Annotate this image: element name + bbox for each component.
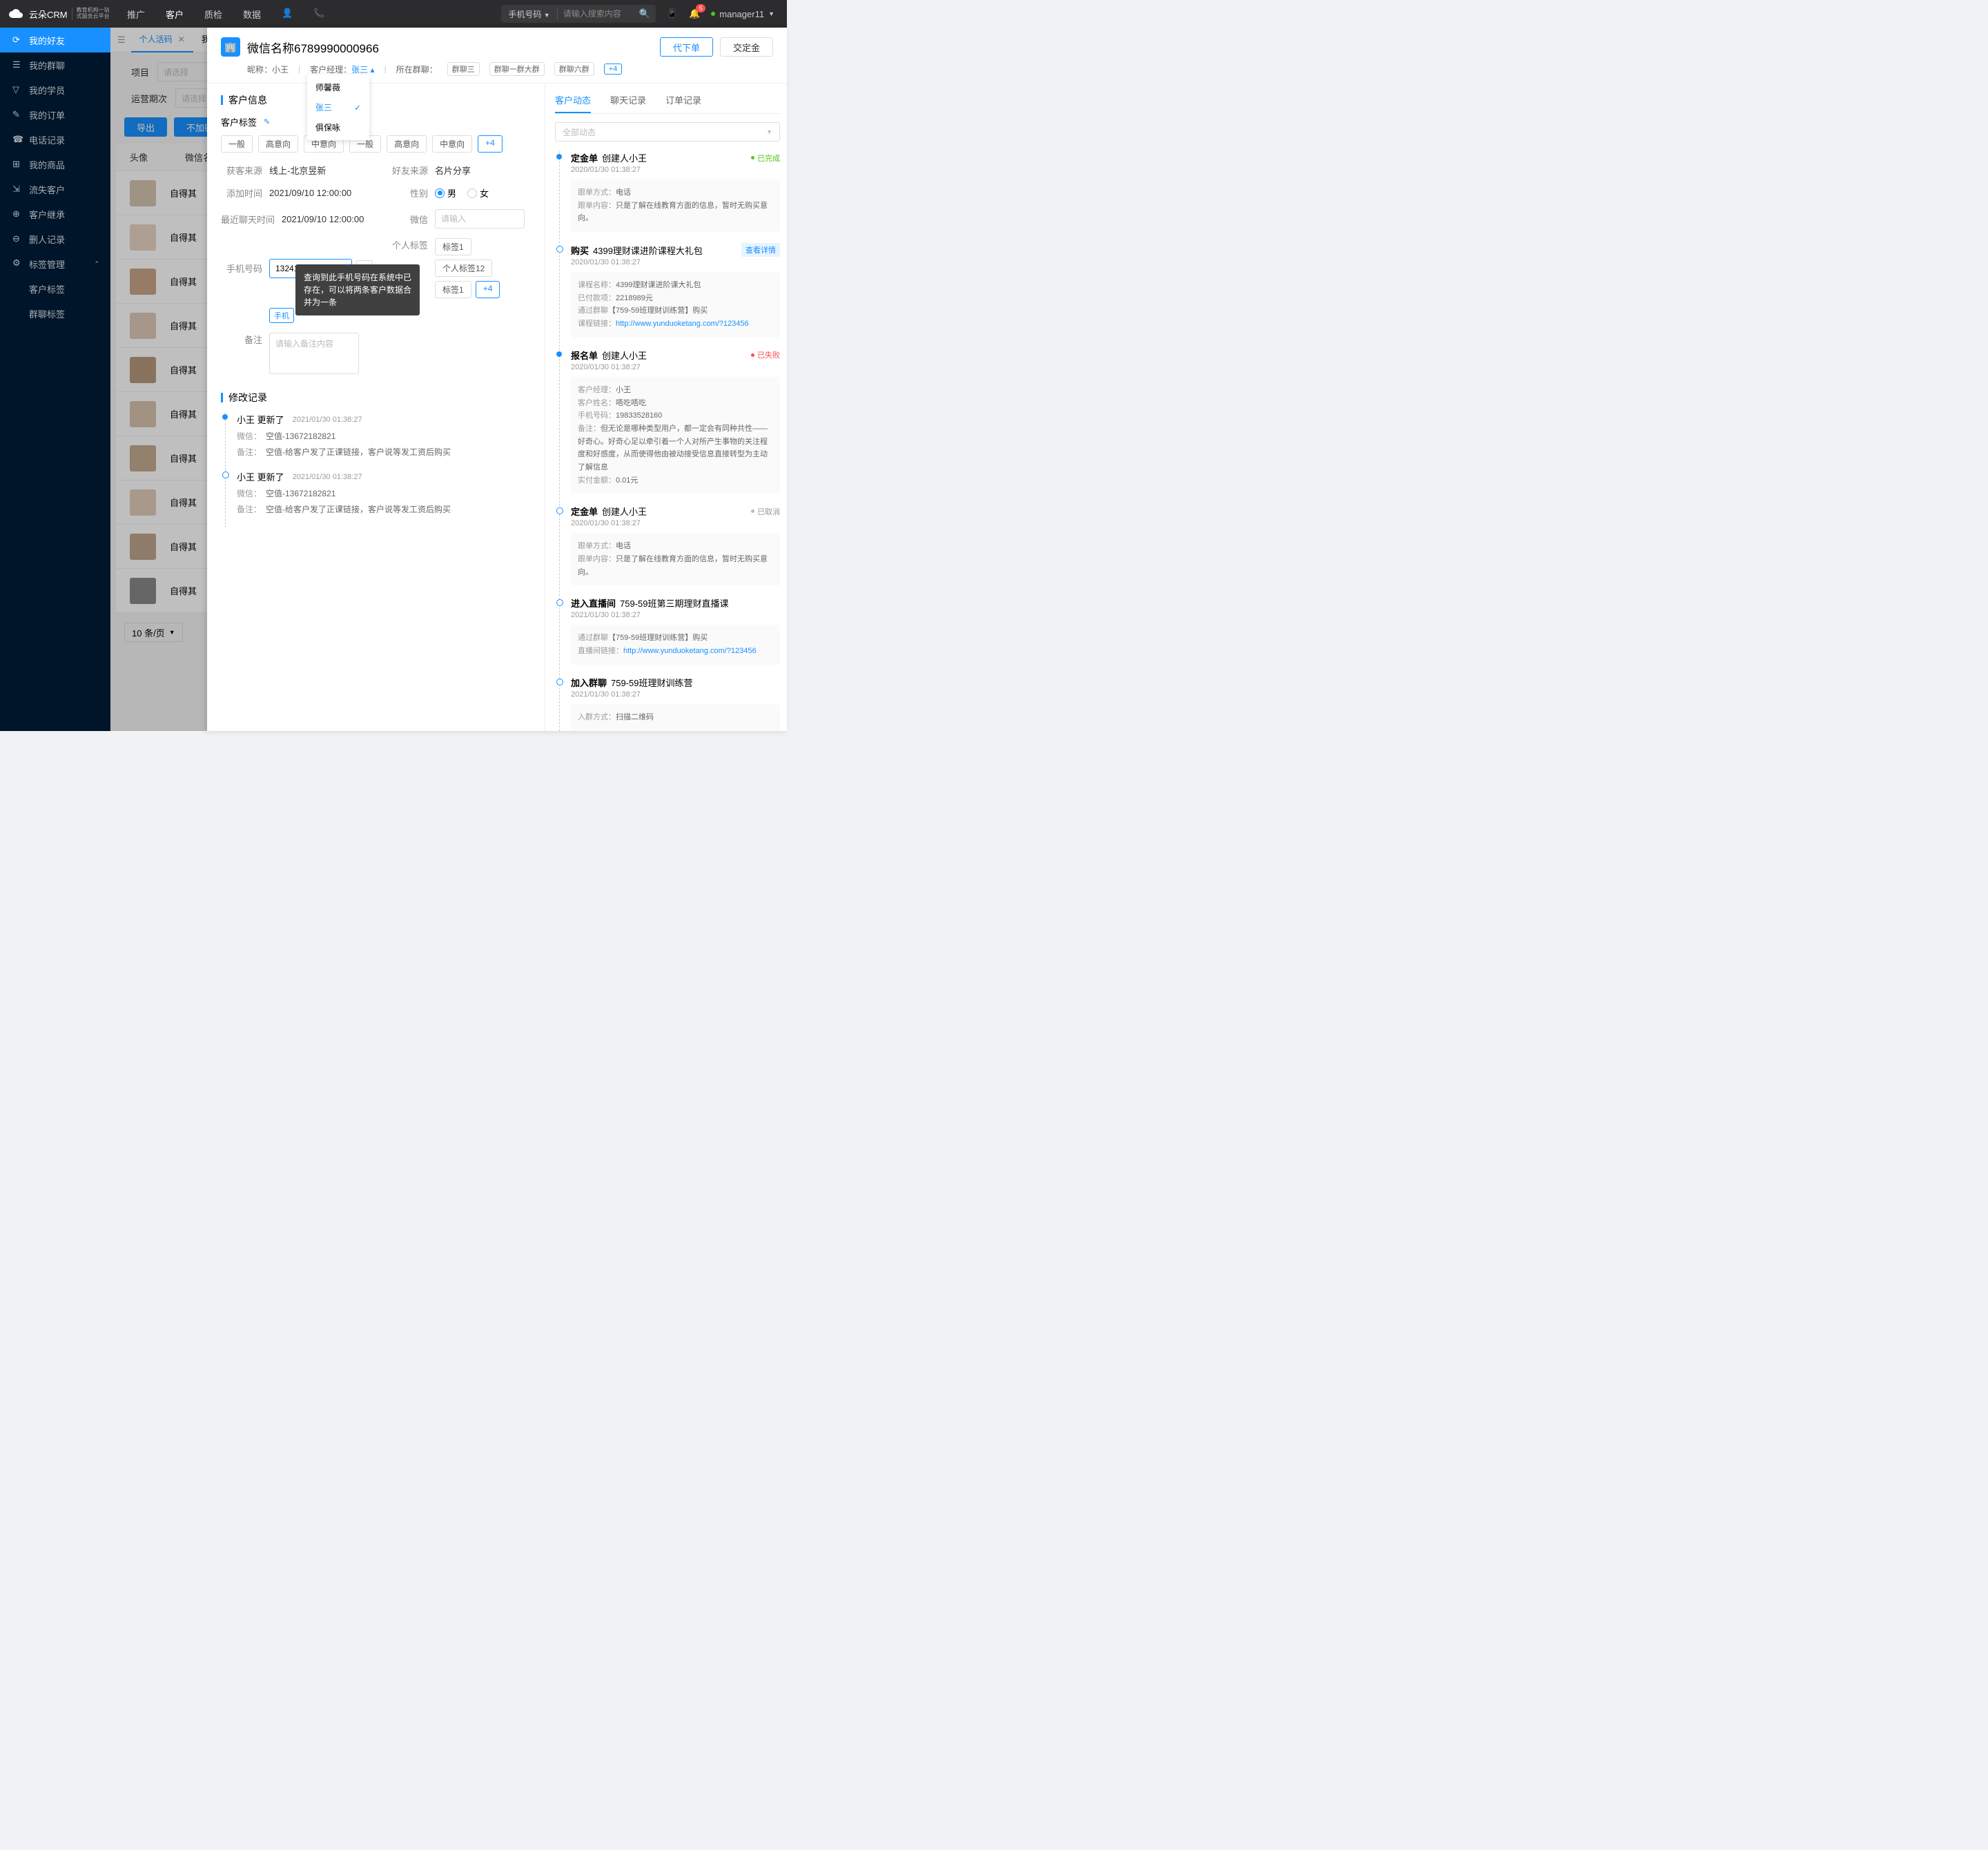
- drawer-title: 微信名称6789990000966: [247, 39, 653, 56]
- groups-more[interactable]: +4: [604, 64, 623, 75]
- sidebar-item-friends[interactable]: ⟳我的好友: [0, 28, 110, 52]
- sidebar-item-groups[interactable]: ☰我的群聊: [0, 52, 110, 77]
- phone-tooltip: 查询到此手机号码在系统中已存在，可以将两条客户数据合并为一条: [295, 264, 420, 315]
- search: 手机号码 ▼ 🔍: [501, 5, 655, 23]
- dropdown-option[interactable]: 师馨薇: [307, 77, 369, 97]
- tab-activity[interactable]: 客户动态: [555, 93, 591, 113]
- cloud-icon: [8, 6, 25, 22]
- customer-drawer: 🏢 微信名称6789990000966 代下单 交定金 昵称：小王 | 客户经理…: [207, 28, 787, 731]
- topbar: 云朵CRM 教育机构一站式服务云平台 推广 客户 质检 数据 👤 📞 手机号码 …: [0, 0, 787, 28]
- user-menu[interactable]: manager11 ▼: [711, 9, 774, 19]
- proxy-order-button[interactable]: 代下单: [660, 37, 713, 57]
- manager-dropdown: 师馨薇 张三✓ 俱保咏: [307, 75, 369, 140]
- logo: 云朵CRM 教育机构一站式服务云平台: [0, 6, 110, 22]
- check-icon: ✓: [354, 103, 361, 113]
- nav-qc[interactable]: 质检: [204, 8, 222, 21]
- chevron-up-icon: ⌃: [94, 260, 99, 268]
- sidebar-item-orders[interactable]: ✎我的订单: [0, 102, 110, 127]
- sidebar: ⟳我的好友 ☰我的群聊 ▽我的学员 ✎我的订单 ☎电话记录 ⊞我的商品 ⇲流失客…: [0, 28, 110, 731]
- wechat-input[interactable]: [435, 209, 525, 228]
- dropdown-option[interactable]: 张三✓: [307, 97, 369, 117]
- sidebar-item-calls[interactable]: ☎电话记录: [0, 127, 110, 152]
- sidebar-item-tags[interactable]: ⚙标签管理⌃: [0, 251, 110, 276]
- log-item: 小王 更新了2021/01/30 01:38:27微信：空值-136721828…: [225, 413, 531, 470]
- user-icon[interactable]: 👤: [282, 8, 293, 21]
- edit-icon[interactable]: ✎: [264, 117, 270, 126]
- nav-promo[interactable]: 推广: [127, 8, 145, 21]
- sidebar-item-inherit[interactable]: ⊕客户继承: [0, 202, 110, 226]
- tab-chat[interactable]: 聊天记录: [610, 93, 646, 113]
- chevron-down-icon: ▼: [768, 10, 774, 17]
- search-input[interactable]: [558, 9, 634, 19]
- search-icon[interactable]: 🔍: [634, 8, 656, 19]
- sidebar-item-students[interactable]: ▽我的学员: [0, 77, 110, 102]
- tags-more[interactable]: +4: [478, 135, 503, 153]
- customer-tags: 一般 高意向 中意向 一般 高意向 中意向 +4: [221, 135, 531, 153]
- sidebar-sub-group-tags[interactable]: 群聊标签: [0, 301, 110, 326]
- gender-radio[interactable]: 男 女: [435, 186, 489, 199]
- status-dot-icon: [711, 12, 715, 16]
- log-item: 小王 更新了2021/01/30 01:38:27微信：空值-136721828…: [225, 470, 531, 527]
- customer-info-title: 客户信息: [221, 93, 531, 107]
- phone-link-button[interactable]: 手机: [269, 308, 294, 323]
- nav-customer[interactable]: 客户: [166, 8, 184, 21]
- timeline-item: 定金单创建人小王已完成 2020/01/30 01:38:27 跟单方式：电话跟…: [560, 151, 780, 243]
- tab-orders[interactable]: 订单记录: [665, 93, 701, 113]
- personal-tags-more[interactable]: +4: [476, 281, 500, 298]
- top-right: 手机号码 ▼ 🔍 📱 🔔5 manager11 ▼: [501, 5, 787, 23]
- bell-icon[interactable]: 🔔5: [689, 8, 700, 19]
- sidebar-item-delete[interactable]: ⊖删人记录: [0, 226, 110, 251]
- timeline: 定金单创建人小王已完成 2020/01/30 01:38:27 跟单方式：电话跟…: [559, 151, 780, 731]
- right-pane: 客户动态 聊天记录 订单记录 全部动态▼ 定金单创建人小王已完成 2020/01…: [545, 84, 787, 731]
- dropdown-option[interactable]: 俱保咏: [307, 117, 369, 137]
- timeline-item: 定金单创建人小王已取消 2020/01/30 01:38:27 跟单方式：电话跟…: [560, 505, 780, 596]
- refresh-icon: ⟳: [12, 35, 22, 46]
- deposit-button[interactable]: 交定金: [720, 37, 773, 57]
- nav-data[interactable]: 数据: [243, 8, 261, 21]
- sidebar-item-goods[interactable]: ⊞我的商品: [0, 152, 110, 177]
- phone-icon[interactable]: 📞: [313, 8, 324, 21]
- manager-dropdown-trigger[interactable]: 客户经理：张三 ▴: [310, 64, 374, 75]
- drawer-header: 🏢 微信名称6789990000966 代下单 交定金 昵称：小王 | 客户经理…: [207, 28, 787, 84]
- timeline-item: 加入群聊759-59班理财训练营 2021/01/30 01:38:27 入群方…: [560, 676, 780, 731]
- left-pane: 客户信息 客户标签 ✎ 一般 高意向 中意向 一般 高意向 中意向 +4 获客来…: [207, 84, 545, 731]
- timeline-item: 购买4399理财课进阶课程大礼包查看详情 2020/01/30 01:38:27…: [560, 243, 780, 349]
- sidebar-item-lost[interactable]: ⇲流失客户: [0, 177, 110, 202]
- building-icon: 🏢: [221, 37, 240, 57]
- modify-log-title: 修改记录: [221, 391, 531, 405]
- view-detail[interactable]: 查看详情: [741, 243, 780, 257]
- activity-filter[interactable]: 全部动态▼: [555, 122, 780, 142]
- search-type-select[interactable]: 手机号码 ▼: [501, 8, 557, 20]
- remark-textarea[interactable]: 请输入备注内容: [269, 333, 359, 374]
- timeline-item: 进入直播间759-59班第三期理财直播课 2021/01/30 01:38:27…: [560, 596, 780, 675]
- timeline-item: 报名单创建人小王已失败 2020/01/30 01:38:27 客户经理：小王客…: [560, 349, 780, 505]
- right-tabs: 客户动态 聊天记录 订单记录: [555, 93, 780, 114]
- sidebar-sub-customer-tags[interactable]: 客户标签: [0, 276, 110, 301]
- top-nav: 推广 客户 质检 数据 👤 📞: [127, 8, 324, 21]
- device-icon[interactable]: 📱: [667, 8, 678, 19]
